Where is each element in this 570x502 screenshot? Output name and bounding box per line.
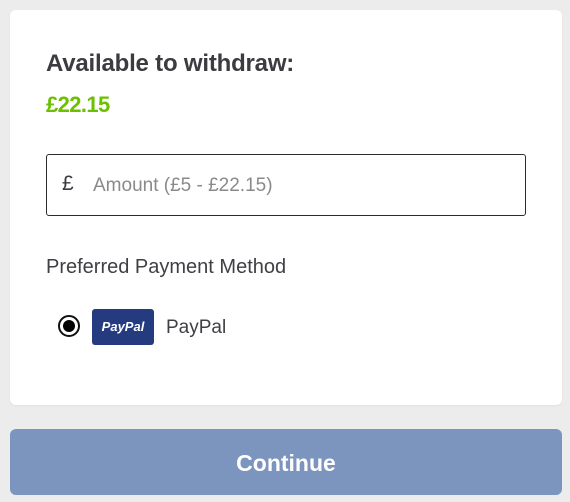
available-balance-value: £22.15	[46, 92, 110, 117]
available-to-withdraw-label: Available to withdraw:	[46, 50, 295, 77]
continue-button[interactable]: Continue	[10, 429, 562, 495]
amount-input[interactable]	[91, 169, 515, 203]
paypal-logo-icon[interactable]: PayPal	[92, 309, 154, 345]
currency-symbol: £	[62, 172, 74, 195]
radio-selected-dot	[63, 320, 75, 332]
withdraw-card: Available to withdraw: £22.15 £ Preferre…	[10, 10, 562, 405]
paypal-radio[interactable]	[58, 315, 80, 337]
paypal-option-label[interactable]: PayPal	[166, 317, 226, 339]
amount-field[interactable]: £	[46, 154, 526, 216]
payment-method-heading: Preferred Payment Method	[46, 256, 287, 278]
